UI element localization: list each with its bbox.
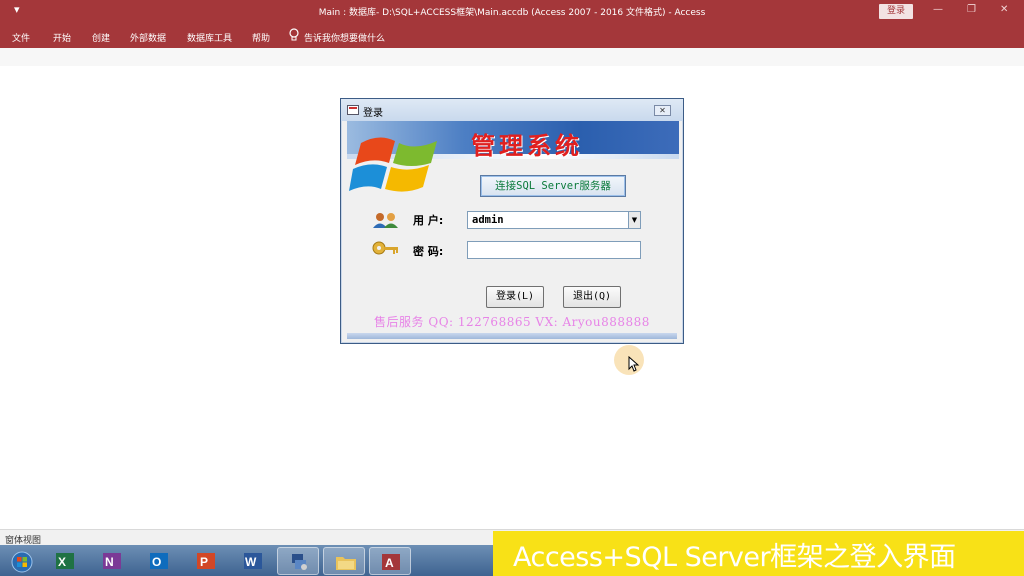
svg-text:A: A <box>385 556 394 570</box>
ribbon-collapsed-area <box>0 48 1024 66</box>
user-combobox[interactable]: admin ▼ <box>467 211 641 229</box>
dialog-caption: 登录 <box>363 108 383 119</box>
tab-database-tools[interactable]: 数据库工具 <box>187 31 232 44</box>
login-button[interactable]: 登录(L) <box>486 286 544 308</box>
close-icon[interactable]: ✕ <box>1000 4 1008 15</box>
windows-start-icon[interactable] <box>0 547 42 575</box>
ribbon-tabs: 文件 开始 创建 外部数据 数据库工具 帮助 告诉我你想要做什么 <box>0 24 1024 48</box>
onenote-icon[interactable]: N <box>91 547 133 575</box>
users-icon <box>373 213 398 228</box>
dialog-title-bar: 登录 ✕ <box>341 99 683 121</box>
tab-file[interactable]: 文件 <box>12 31 30 44</box>
network-icon[interactable] <box>277 547 319 575</box>
tab-help[interactable]: 帮助 <box>252 31 270 44</box>
service-contact-text: 售后服务 QQ: 122768865 VX: Aryou888888 <box>374 315 650 329</box>
lightbulb-icon <box>289 28 299 41</box>
svg-text:N: N <box>105 555 114 569</box>
tab-external-data[interactable]: 外部数据 <box>130 31 166 44</box>
caption-text: Access+SQL Server框架之登入界面 <box>513 542 956 573</box>
svg-text:O: O <box>152 555 161 569</box>
connect-sql-server-button[interactable]: 连接SQL Server服务器 <box>480 175 626 197</box>
word-icon[interactable]: W <box>232 547 274 575</box>
exit-button[interactable]: 退出(Q) <box>563 286 621 308</box>
tell-me-search[interactable]: 告诉我你想要做什么 <box>304 31 385 44</box>
password-field[interactable] <box>467 241 641 259</box>
minimize-icon[interactable]: — <box>933 4 943 15</box>
password-label: 密 码: <box>413 245 444 258</box>
window-title: Main : 数据库- D:\SQL+ACCESS框架\Main.accdb (… <box>318 8 706 18</box>
system-title: 管理系统 <box>471 131 583 159</box>
video-caption-banner: Access+SQL Server框架之登入界面 <box>493 531 1024 576</box>
outlook-icon[interactable]: O <box>138 547 180 575</box>
svg-text:W: W <box>245 555 257 569</box>
svg-text:X: X <box>58 555 66 569</box>
file-explorer-icon[interactable] <box>323 547 365 575</box>
title-bar: ▾ Main : 数据库- D:\SQL+ACCESS框架\Main.accdb… <box>0 0 1024 24</box>
login-dialog: 登录 ✕ 管理系统 连接SQL Server服务器 用 户: admin ▼ 密… <box>340 98 684 344</box>
chevron-down-icon[interactable]: ▼ <box>628 212 640 228</box>
sign-in-button[interactable]: 登录 <box>879 4 913 19</box>
svg-text:P: P <box>200 555 208 569</box>
mouse-pointer-icon <box>628 356 640 372</box>
windows-logo-icon <box>349 137 437 192</box>
dialog-bottom-bar <box>347 333 677 339</box>
powerpoint-icon[interactable]: P <box>185 547 227 575</box>
tab-home[interactable]: 开始 <box>53 31 71 44</box>
restore-icon[interactable]: ❐ <box>967 4 976 15</box>
excel-icon[interactable]: X <box>44 547 86 575</box>
key-icon <box>372 241 398 255</box>
user-value: admin <box>472 214 504 226</box>
form-icon <box>347 105 359 115</box>
user-label: 用 户: <box>413 214 444 227</box>
dialog-close-button[interactable]: ✕ <box>654 105 671 116</box>
access-icon[interactable]: A <box>369 547 411 575</box>
tab-create[interactable]: 创建 <box>92 31 110 44</box>
